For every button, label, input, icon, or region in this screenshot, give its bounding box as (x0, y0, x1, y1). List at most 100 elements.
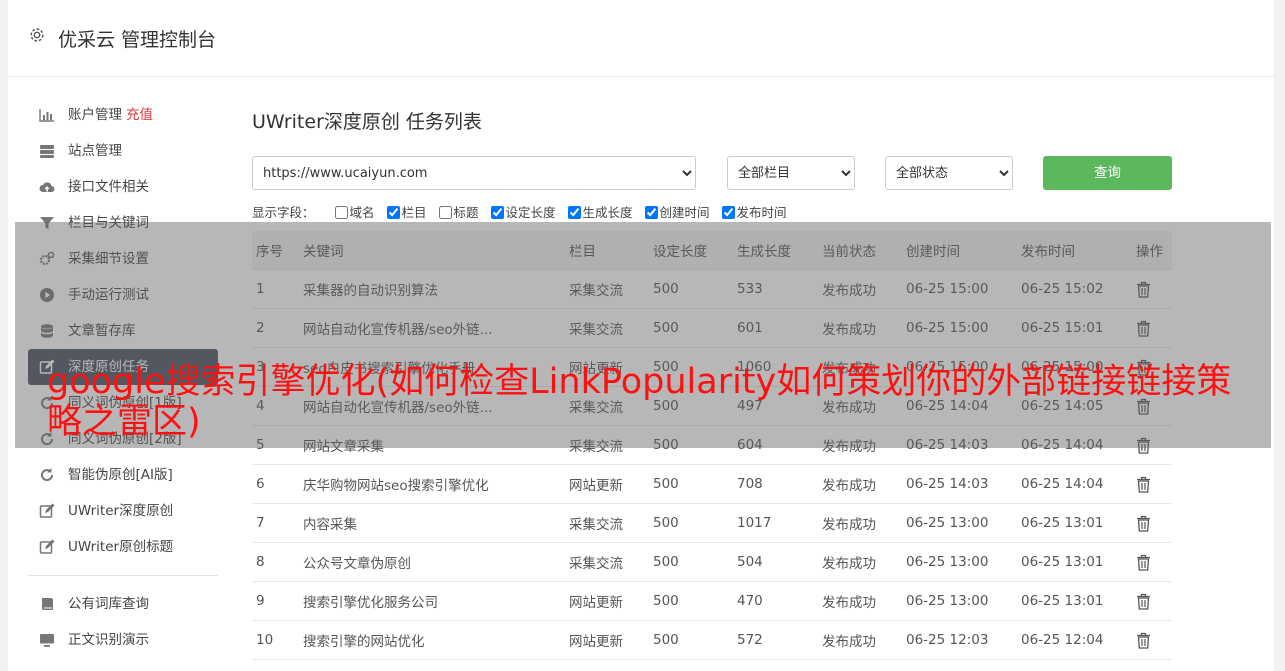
edit-icon (39, 503, 55, 518)
action-cell (1132, 503, 1172, 543)
table-cell: 470 (733, 581, 818, 621)
field-toggle-gen-length[interactable]: 生成长度 (567, 205, 633, 220)
sidebar-item-account[interactable]: 账户管理 充值 (28, 97, 218, 133)
table-cell: 搜索引擎的网站优化 (299, 620, 565, 660)
edit-icon (39, 539, 55, 554)
field-toggle-set-length[interactable]: 设定长度 (490, 205, 556, 220)
banner-headline: google搜索引擎优化(如何检查LinkPopularity如何策划你的外部链… (47, 362, 1232, 442)
field-checkbox[interactable] (721, 206, 735, 219)
table-cell: 10 (252, 620, 299, 660)
table-row: 6 庆华购物网站seo搜索引擎优化 网站更新 500 708 发布成功 06-25 14:0… (252, 464, 1172, 504)
table-cell: 06-25 13:01 (1017, 542, 1132, 582)
field-toggle-created[interactable]: 创建时间 (644, 205, 710, 220)
table-cell: 搜索引擎优化服务公司 (299, 581, 565, 621)
table-cell: 500 (649, 620, 733, 660)
sidebar-item-label: UWriter深度原创 (68, 503, 174, 519)
table-cell: 6 (252, 464, 299, 504)
cloud-upload-icon (39, 182, 55, 192)
table-cell: 500 (649, 503, 733, 543)
sidebar-item-interface-files[interactable]: 接口文件相关 (28, 169, 218, 205)
page-title: UWriter深度原创 任务列表 (252, 111, 482, 133)
sidebar-item-label: 智能伪原创[AI版] (68, 467, 173, 483)
table-cell: 公众号文章伪原创 (299, 542, 565, 582)
trash-icon[interactable] (1136, 515, 1151, 532)
table-cell: 发布成功 (818, 464, 902, 504)
field-toggle-domain[interactable]: 域名 (334, 205, 375, 220)
table-cell: 庆华购物网站seo搜索引擎优化 (299, 464, 565, 504)
table-cell: 采集交流 (565, 503, 649, 543)
query-button[interactable]: 查询 (1043, 156, 1172, 190)
bar-chart-icon (39, 109, 54, 122)
field-checkbox[interactable] (386, 206, 400, 219)
table-row: 9 搜索引擎优化服务公司 网站更新 500 470 发布成功 06-25 13:00 06-2… (252, 581, 1172, 621)
table-cell: 06-25 14:04 (1017, 464, 1132, 504)
table-cell: 06-25 13:01 (1017, 581, 1132, 621)
sidebar-divider (28, 575, 218, 576)
table-cell: 500 (649, 464, 733, 504)
table-cell: 06-25 13:00 (902, 503, 1017, 543)
table-cell: 06-25 13:01 (1017, 503, 1132, 543)
table-cell: 发布成功 (818, 620, 902, 660)
table-cell: 8 (252, 542, 299, 582)
sidebar-item-uwriter-deep[interactable]: UWriter深度原创 (28, 493, 218, 529)
sidebar-item-uwriter-title[interactable]: UWriter原创标题 (28, 529, 218, 565)
table-cell: 发布成功 (818, 581, 902, 621)
display-fields-label: 显示字段： (252, 205, 315, 220)
column-select[interactable]: 全部栏目 (727, 156, 855, 190)
trash-icon[interactable] (1136, 554, 1151, 571)
gear-icon (30, 28, 44, 42)
table-cell: 06-25 12:03 (902, 620, 1017, 660)
book-icon (42, 598, 53, 610)
sidebar-item-label: UWriter原创标题 (68, 539, 174, 555)
display-fields: 显示字段： 域名 栏目 标题 设定长度 生成长度 创建时间 发布时间 (252, 202, 795, 221)
trash-icon[interactable] (1136, 476, 1151, 493)
table-row: 10 搜索引擎的网站优化 网站更新 500 572 发布成功 06-25 12:03 06-2… (252, 620, 1172, 660)
field-toggle-column[interactable]: 栏目 (386, 205, 427, 220)
sidebar-item-sites[interactable]: 站点管理 (28, 133, 218, 169)
sidebar-item-text-recognition[interactable]: 正文识别演示 (28, 622, 218, 658)
recharge-link[interactable]: 充值 (126, 107, 153, 123)
table-cell: 500 (649, 581, 733, 621)
table-cell: 06-25 12:04 (1017, 620, 1132, 660)
table-cell: 9 (252, 581, 299, 621)
filter-bar: https://www.ucaiyun.com 全部栏目 全部状态 查询 (252, 156, 1172, 190)
action-cell (1132, 581, 1172, 621)
field-checkbox[interactable] (490, 206, 504, 219)
field-checkbox[interactable] (644, 206, 658, 219)
action-cell (1132, 620, 1172, 660)
action-cell (1132, 542, 1172, 582)
field-toggle-published[interactable]: 发布时间 (721, 205, 787, 220)
sidebar-item-label: 账户管理 (68, 107, 122, 123)
table-cell: 500 (649, 542, 733, 582)
app-title: 优采云 管理控制台 (58, 29, 217, 51)
sidebar-item-label: 站点管理 (68, 143, 122, 159)
top-header: 优采云 管理控制台 (8, 0, 1274, 77)
table-cell: 发布成功 (818, 542, 902, 582)
table-cell: 572 (733, 620, 818, 660)
status-select[interactable]: 全部状态 (885, 156, 1013, 190)
field-toggle-title[interactable]: 标题 (438, 205, 479, 220)
table-cell: 网站更新 (565, 581, 649, 621)
table-cell: 发布成功 (818, 503, 902, 543)
field-checkbox[interactable] (567, 206, 581, 219)
sidebar-item-smart-ai[interactable]: 智能伪原创[AI版] (28, 457, 218, 493)
table-cell: 06-25 13:00 (902, 542, 1017, 582)
table-cell: 06-25 14:03 (902, 464, 1017, 504)
trash-icon[interactable] (1136, 593, 1151, 610)
table-cell: 504 (733, 542, 818, 582)
field-checkbox[interactable] (438, 206, 452, 219)
table-cell: 1017 (733, 503, 818, 543)
sidebar-item-label: 正文识别演示 (68, 632, 149, 648)
server-icon (40, 145, 54, 158)
trash-icon[interactable] (1136, 632, 1151, 649)
sidebar-item-public-dictionary[interactable]: 公有词库查询 (28, 586, 218, 622)
field-checkbox[interactable] (334, 206, 348, 219)
table-cell: 内容采集 (299, 503, 565, 543)
refresh-icon (41, 468, 54, 482)
monitor-icon (40, 634, 54, 647)
table-cell: 7 (252, 503, 299, 543)
action-cell (1132, 464, 1172, 504)
site-select[interactable]: https://www.ucaiyun.com (252, 156, 696, 190)
table-cell: 网站更新 (565, 620, 649, 660)
sidebar-item-label: 接口文件相关 (68, 179, 149, 195)
